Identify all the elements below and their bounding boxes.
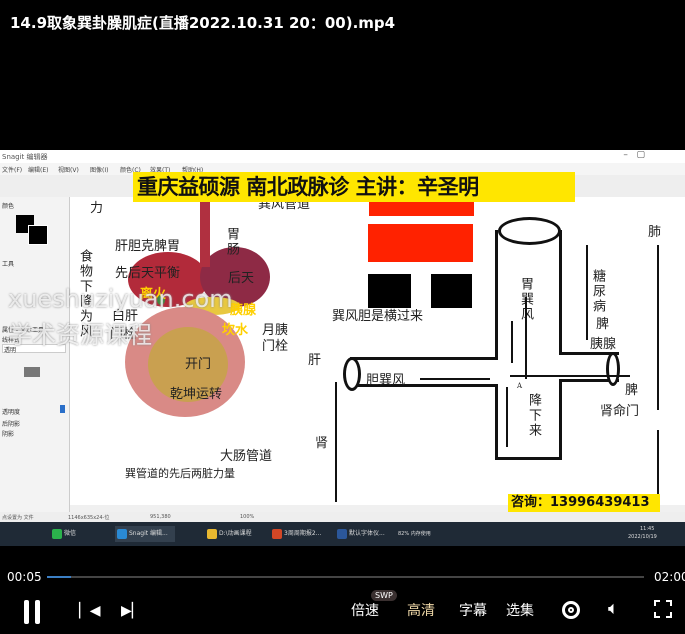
volume-icon[interactable]: 🔈︎ [608,598,619,619]
label-kanshui: 坎水 [222,323,249,338]
bg-color-swatch [28,225,48,245]
tools-section-label: 工具 [2,261,15,268]
video-title: 14.9取象巽卦臊肌症(直播2022.10.31 20：00).mp4 [10,14,396,32]
line-swatch [24,367,40,377]
menu-file: 文件(F) [2,167,23,174]
taskbar-ppt: 3周周期报2... [270,526,321,542]
taskbar-memory: 82% 内存使用 [398,531,431,537]
label-jiangxia: 降下来 [526,393,541,438]
pipe-junction [498,360,559,384]
episodes-button[interactable]: 选集 [506,600,534,620]
taskbar-folder: D:\动画课程 [205,526,252,542]
label-houtian: 后天 [228,271,255,286]
color-section-label: 颜色 [2,203,15,210]
trigram-yin-left [368,274,411,308]
diagram-canvas: 力 肝胆克脾胃 先后天平衡 胃肠 后天 食物下降为风 巽风管道 离火 门栓 白肝… [70,197,685,505]
vertical-pipe-top [498,217,561,245]
trigram-yin-right [431,274,472,308]
reflect-checkbox: 阴影 [2,431,15,438]
opacity-slider [60,405,65,413]
taskbar-time: 11:45 [640,526,655,532]
watermark-url: xueshuziyuan.com [8,285,233,313]
taskbar-date: 2022/10/19 [628,534,657,540]
label-tangniao: 糖尿病 [590,269,605,314]
contact-phone: 咨询：13996439413 [508,494,660,512]
next-icon[interactable]: ▶▏ [121,603,143,619]
label-menshuan-2: 门栓 [262,339,289,354]
shadow-checkbox: 后阴影 [2,421,21,428]
taskbar-snagit: Snagit 编辑... [115,526,175,542]
menu-image: 图像(I) [90,167,109,174]
app-status-bar: 点设置为 文件 1146x635x24-位 951,380 100% [0,512,685,522]
label-shen-mingmen: 肾命门 [600,404,640,419]
fullscreen-icon[interactable] [654,600,672,618]
settings-icon[interactable] [562,601,580,619]
label-yixian: 胰腺 [230,303,257,318]
esophagus-image [200,197,210,267]
pause-icon[interactable] [24,600,42,624]
fei-down-arrow [586,245,588,340]
label-a: A [517,382,523,390]
trigram-yang-line-2 [368,224,473,262]
up-arrow-shen [335,382,337,502]
previous-icon[interactable]: ▏◀ [79,603,101,619]
label-bottom: 巽管道的先后两脏力量 [125,467,235,480]
current-time: 00:05 [7,570,42,584]
label-r-yixian: 胰腺 [590,337,617,352]
video-frame[interactable]: Snagit 编辑器 – ▢ 文件(F) 编辑(E) 视图(V) 图像(I) 颜色… [0,150,685,546]
label-gandan: 肝胆克脾胃 [115,239,181,254]
subtitle-button[interactable]: 字幕 [459,600,487,620]
down-arrow-center [525,297,527,379]
player-controls: 00:05 02:00 ▏◀ ▶▏ SWP 倍速 高清 字幕 选集 🔈︎ [0,560,685,634]
label-qiankun: 乾坤运转 [170,387,223,402]
fei-arrow [657,245,659,410]
taskbar-word: 默认字体仪... [335,526,385,542]
total-time: 02:00 [654,570,685,584]
left-pipe-end [343,357,361,391]
label-pi-2: 脾 [625,383,639,398]
label-dan-xunfeng: 胆巽风 [366,373,406,388]
right-arrow-dan [420,378,490,380]
quality-button[interactable]: 高清 [407,600,435,620]
app-title: Snagit 编辑器 [2,153,48,161]
taskbar-wechat: 微信 [50,526,76,542]
windows-taskbar: 微信 Snagit 编辑... D:\动画课程 3周周期报2... 默认字体仪.… [0,522,685,546]
lecture-banner: 重庆益硕源 南北政脉诊 主讲：辛圣明 [133,172,575,202]
opacity-label: 透明度 [2,409,21,416]
right-pipe-end [606,352,620,386]
progress-bar[interactable] [47,576,644,578]
label-xianhou: 先后天平衡 [115,266,181,281]
down-arrow-lower [506,387,508,447]
up-arrow-center [511,321,513,363]
app-title-bar: Snagit 编辑器 – ▢ [0,150,685,163]
menu-edit: 编辑(E) [28,167,49,174]
label-weichang: 胃肠 [224,227,239,257]
label-li: 力 [90,201,104,216]
label-shen: 肾 [315,436,329,451]
label-fei: 肺 [648,225,662,240]
left-arrow-pi [510,375,630,377]
label-xunfeng-dan: 巽风胆是横过来 [332,309,424,324]
speed-button[interactable]: 倍速 [351,600,379,620]
label-pi: 脾 [596,317,610,332]
app-left-panel: 颜色 工具 属性 - 文本工具 线样式 透明 透明度 后阴影 阴影 [0,197,70,512]
menu-view: 视图(V) [58,167,79,174]
label-gan: 肝 [308,353,322,368]
progress-fill [47,576,71,578]
label-kaimen: 开门 [185,357,212,372]
watermark-cn: 学术资源课程 [8,321,152,349]
label-dachang: 大肠管道 [220,449,273,464]
